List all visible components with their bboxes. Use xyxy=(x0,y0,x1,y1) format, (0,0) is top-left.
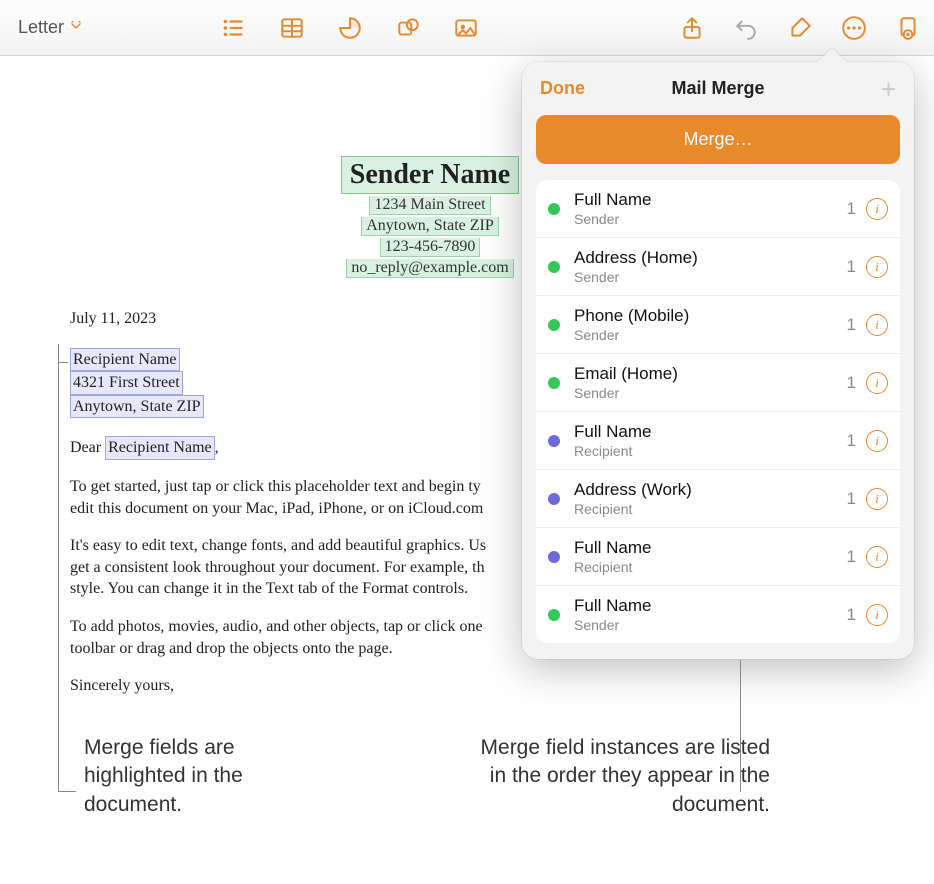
field-name: Full Name xyxy=(574,596,847,616)
merge-field-row[interactable]: Full NameRecipient1i xyxy=(536,528,900,586)
field-role: Recipient xyxy=(574,501,847,517)
info-icon[interactable]: i xyxy=(866,546,888,568)
info-icon[interactable]: i xyxy=(866,314,888,336)
salutation-suffix: , xyxy=(215,439,219,456)
field-role: Recipient xyxy=(574,443,847,459)
field-name: Full Name xyxy=(574,422,847,442)
chevron-down-icon xyxy=(70,17,82,38)
callout-leader-line xyxy=(58,344,59,792)
merge-field-sender-phone[interactable]: 123-456-7890 xyxy=(380,238,481,257)
field-role: Recipient xyxy=(574,559,847,575)
field-role: Sender xyxy=(574,617,847,633)
merge-field-sender-city[interactable]: Anytown, State ZIP xyxy=(361,217,499,236)
field-text: Full NameSender xyxy=(574,190,847,227)
field-color-dot xyxy=(548,551,560,563)
body-paragraph-1[interactable]: To get started, just tap or click this p… xyxy=(70,476,590,519)
merge-field-sender-email[interactable]: no_reply@example.com xyxy=(346,259,513,278)
merge-field-recipient-street[interactable]: 4321 First Street xyxy=(70,371,183,395)
field-text: Full NameRecipient xyxy=(574,422,847,459)
info-icon[interactable]: i xyxy=(866,372,888,394)
field-text: Address (Work)Recipient xyxy=(574,480,847,517)
chart-icon[interactable] xyxy=(334,12,366,44)
field-role: Sender xyxy=(574,327,847,343)
format-brush-icon[interactable] xyxy=(784,12,816,44)
merge-field-row[interactable]: Phone (Mobile)Sender1i xyxy=(536,296,900,354)
info-icon[interactable]: i xyxy=(866,256,888,278)
field-role: Sender xyxy=(574,269,847,285)
merge-field-salutation-name[interactable]: Recipient Name xyxy=(105,436,215,460)
more-icon[interactable] xyxy=(838,12,870,44)
merge-field-list: Full NameSender1iAddress (Home)Sender1iP… xyxy=(536,180,900,643)
merge-field-row[interactable]: Full NameSender1i xyxy=(536,586,900,643)
field-name: Address (Work) xyxy=(574,480,847,500)
info-icon[interactable]: i xyxy=(866,430,888,452)
mail-merge-popover: Done Mail Merge + Merge… Full NameSender… xyxy=(522,62,914,659)
field-color-dot xyxy=(548,609,560,621)
merge-field-row[interactable]: Full NameRecipient1i xyxy=(536,412,900,470)
field-name: Full Name xyxy=(574,190,847,210)
recipient-block: Recipient Name 4321 First Street Anytown… xyxy=(70,348,204,419)
field-role: Sender xyxy=(574,385,847,401)
field-text: Email (Home)Sender xyxy=(574,364,847,401)
salutation-prefix: Dear xyxy=(70,439,105,456)
merge-field-row[interactable]: Address (Work)Recipient1i xyxy=(536,470,900,528)
add-field-button[interactable]: + xyxy=(881,80,896,98)
field-color-dot xyxy=(548,319,560,331)
shape-icon[interactable] xyxy=(392,12,424,44)
field-color-dot xyxy=(548,377,560,389)
callout-leader-line xyxy=(58,791,76,792)
field-color-dot xyxy=(548,435,560,447)
media-icon[interactable] xyxy=(450,12,482,44)
field-name: Email (Home) xyxy=(574,364,847,384)
merge-field-sender-street[interactable]: 1234 Main Street xyxy=(369,196,490,215)
callout-right: Merge field instances are listed in the … xyxy=(470,734,770,819)
field-text: Phone (Mobile)Sender xyxy=(574,306,847,343)
field-name: Address (Home) xyxy=(574,248,847,268)
list-icon[interactable] xyxy=(218,12,250,44)
merge-field-row[interactable]: Email (Home)Sender1i xyxy=(536,354,900,412)
document-options-icon[interactable] xyxy=(892,12,924,44)
field-count: 1 xyxy=(847,431,856,451)
merge-field-row[interactable]: Full NameSender1i xyxy=(536,180,900,238)
field-color-dot xyxy=(548,261,560,273)
merge-field-recipient-city[interactable]: Anytown, State ZIP xyxy=(70,395,204,419)
paragraph-style-select[interactable]: Letter xyxy=(10,13,90,42)
undo-icon[interactable] xyxy=(730,12,762,44)
done-button[interactable]: Done xyxy=(540,78,585,99)
field-color-dot xyxy=(548,203,560,215)
toolbar: Letter xyxy=(0,0,934,56)
body-paragraph-3[interactable]: To add photos, movies, audio, and other … xyxy=(70,616,590,659)
field-count: 1 xyxy=(847,199,856,219)
popover-header: Done Mail Merge + xyxy=(536,76,900,101)
callout-leader-line xyxy=(58,362,68,363)
body-paragraph-2[interactable]: It's easy to edit text, change fonts, an… xyxy=(70,535,590,600)
field-count: 1 xyxy=(847,547,856,567)
field-text: Full NameSender xyxy=(574,596,847,633)
info-icon[interactable]: i xyxy=(866,604,888,626)
callout-left: Merge fields are highlighted in the docu… xyxy=(84,734,324,819)
info-icon[interactable]: i xyxy=(866,488,888,510)
salutation[interactable]: Dear Recipient Name, xyxy=(70,436,590,460)
field-count: 1 xyxy=(847,315,856,335)
field-count: 1 xyxy=(847,489,856,509)
merge-field-sender-name[interactable]: Sender Name xyxy=(341,156,519,194)
field-count: 1 xyxy=(847,373,856,393)
field-text: Full NameRecipient xyxy=(574,538,847,575)
table-icon[interactable] xyxy=(276,12,308,44)
closing[interactable]: Sincerely yours, xyxy=(70,675,790,697)
share-icon[interactable] xyxy=(676,12,708,44)
info-icon[interactable]: i xyxy=(866,198,888,220)
merge-button[interactable]: Merge… xyxy=(536,115,900,164)
field-role: Sender xyxy=(574,211,847,227)
merge-field-row[interactable]: Address (Home)Sender1i xyxy=(536,238,900,296)
field-name: Full Name xyxy=(574,538,847,558)
field-count: 1 xyxy=(847,257,856,277)
field-count: 1 xyxy=(847,605,856,625)
field-text: Address (Home)Sender xyxy=(574,248,847,285)
merge-field-recipient-name[interactable]: Recipient Name xyxy=(70,348,180,372)
field-color-dot xyxy=(548,493,560,505)
style-label: Letter xyxy=(18,17,64,38)
field-name: Phone (Mobile) xyxy=(574,306,847,326)
